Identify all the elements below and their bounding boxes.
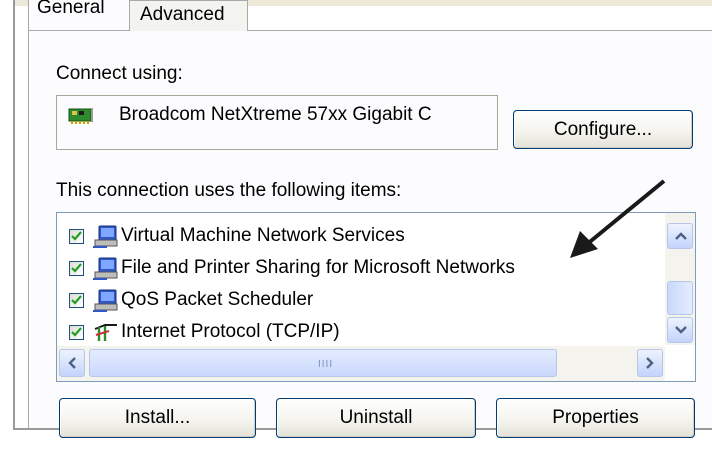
horizontal-scrollbar[interactable]: IIII	[57, 346, 665, 381]
chevron-down-icon	[675, 326, 687, 334]
vertical-scroll-thumb[interactable]	[667, 281, 693, 315]
tab-general-label: General	[37, 0, 105, 18]
item-checkbox[interactable]	[69, 229, 84, 244]
network-adapter-icon	[68, 108, 93, 124]
items-section-label: This connection uses the following items…	[56, 180, 402, 201]
checkmark-icon	[71, 231, 82, 241]
chevron-right-icon	[646, 357, 654, 369]
scroll-right-button[interactable]	[637, 349, 663, 377]
install-button[interactable]: Install...	[59, 398, 256, 438]
properties-button[interactable]: Properties	[496, 398, 695, 438]
annotation-arrow-icon	[570, 179, 666, 258]
item-label: Virtual Machine Network Services	[121, 225, 405, 246]
checkmark-icon	[71, 295, 82, 305]
uninstall-button[interactable]: Uninstall	[276, 398, 476, 438]
item-label: QoS Packet Scheduler	[121, 289, 314, 310]
item-checkbox[interactable]	[69, 293, 84, 308]
network-service-icon	[93, 289, 118, 312]
item-checkbox[interactable]	[69, 325, 84, 340]
chevron-left-icon	[68, 357, 76, 369]
adapter-name: Broadcom NetXtreme 57xx Gigabit C	[119, 104, 432, 125]
tab-advanced[interactable]: Advanced	[130, 0, 248, 31]
connect-using-label: Connect using:	[56, 63, 183, 84]
network-service-icon	[93, 257, 118, 280]
network-service-icon	[93, 225, 118, 248]
checkmark-icon	[71, 327, 82, 337]
checkmark-icon	[71, 263, 82, 273]
scroll-grip-icon: IIII	[318, 359, 334, 370]
scroll-left-button[interactable]	[59, 349, 85, 377]
tab-advanced-label: Advanced	[140, 4, 225, 25]
tab-general[interactable]: General	[28, 0, 130, 30]
dialog-left-border	[13, 0, 15, 430]
horizontal-scroll-thumb[interactable]: IIII	[89, 349, 557, 377]
item-label: Internet Protocol (TCP/IP)	[121, 321, 340, 342]
scroll-down-button[interactable]	[667, 317, 693, 343]
item-label: File and Printer Sharing for Microsoft N…	[121, 257, 515, 278]
protocol-icon	[94, 324, 117, 341]
configure-button[interactable]: Configure...	[513, 110, 693, 149]
chevron-up-icon	[675, 232, 687, 240]
item-checkbox[interactable]	[69, 261, 84, 276]
